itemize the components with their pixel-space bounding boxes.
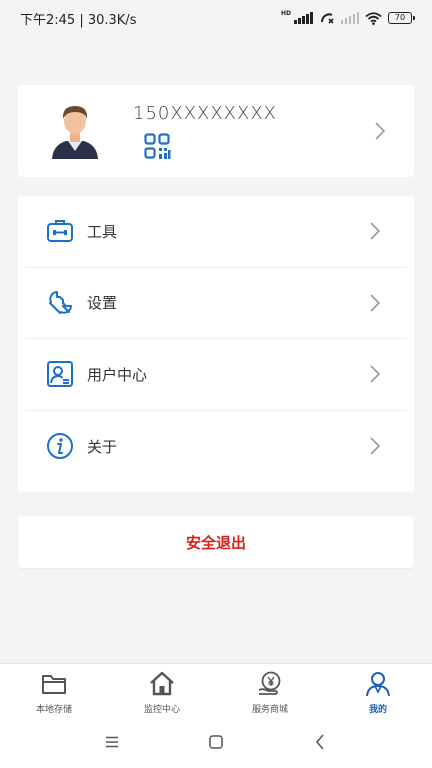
menu-item-tools[interactable]: 工具 — [25, 196, 407, 268]
signal-icon — [294, 12, 313, 24]
qr-code-icon[interactable] — [144, 133, 171, 160]
chevron-right-icon — [375, 122, 386, 140]
call-missed-icon — [320, 13, 334, 24]
home-button[interactable] — [201, 727, 231, 757]
menu-item-label: 设置 — [87, 294, 118, 313]
toolbox-icon — [47, 220, 73, 243]
chevron-right-icon — [370, 437, 381, 455]
menu-item-label: 关于 — [87, 437, 118, 456]
logout-label: 安全退出 — [185, 533, 246, 552]
chevron-right-icon — [370, 222, 381, 240]
home-icon — [150, 671, 174, 696]
tab-label: 监控中心 — [143, 705, 180, 715]
phone-number: 150XXXXXXXX — [133, 103, 278, 124]
menu-item-about[interactable]: 关于 — [25, 411, 407, 483]
yen-hand-icon — [258, 671, 281, 695]
menu-item-settings[interactable]: 设置 — [25, 268, 407, 339]
back-chevron-icon — [316, 734, 324, 750]
tab-monitor-center[interactable]: 监控中心 — [108, 664, 216, 716]
chevron-right-icon — [370, 294, 381, 312]
status-time-speed: 下午2:45 | 30.3K/s — [20, 12, 137, 28]
user-card-icon — [47, 361, 73, 388]
status-bar: 下午2:45 | 30.3K/s HD 70 — [0, 0, 432, 36]
bottom-tab-bar: 本地存储 监控中心 服务商城 我的 — [0, 663, 432, 716]
battery-icon: 70 — [388, 12, 415, 24]
tab-label: 我的 — [368, 705, 387, 715]
menu-card: 工具 设置 用户中心 关于 — [18, 196, 414, 492]
logout-button[interactable]: 安全退出 — [18, 516, 414, 568]
person-icon — [366, 672, 390, 697]
menu-lines-icon — [106, 736, 118, 748]
signal-2-icon — [340, 12, 359, 24]
system-nav-bar — [0, 716, 432, 768]
tab-label: 服务商城 — [251, 705, 288, 715]
info-icon — [47, 433, 73, 460]
hd-label: HD — [280, 10, 291, 17]
menu-item-label: 工具 — [87, 222, 118, 241]
menu-item-label: 用户中心 — [87, 365, 148, 384]
chevron-right-icon — [370, 365, 381, 383]
folder-icon — [42, 675, 66, 694]
menu-item-user-center[interactable]: 用户中心 — [25, 339, 407, 411]
wrench-icon — [49, 290, 72, 314]
status-icons: HD 70 — [280, 10, 415, 25]
square-icon — [209, 735, 223, 749]
tab-mine[interactable]: 我的 — [324, 664, 432, 716]
tab-service-mall[interactable]: 服务商城 — [216, 664, 324, 716]
tab-local-storage[interactable]: 本地存储 — [0, 664, 108, 716]
back-button[interactable] — [305, 727, 335, 757]
avatar — [52, 106, 98, 159]
tab-label: 本地存储 — [35, 705, 72, 715]
menu-button[interactable] — [97, 727, 127, 757]
profile-card[interactable]: 150XXXXXXXX — [18, 85, 414, 177]
wifi-icon — [365, 11, 382, 25]
